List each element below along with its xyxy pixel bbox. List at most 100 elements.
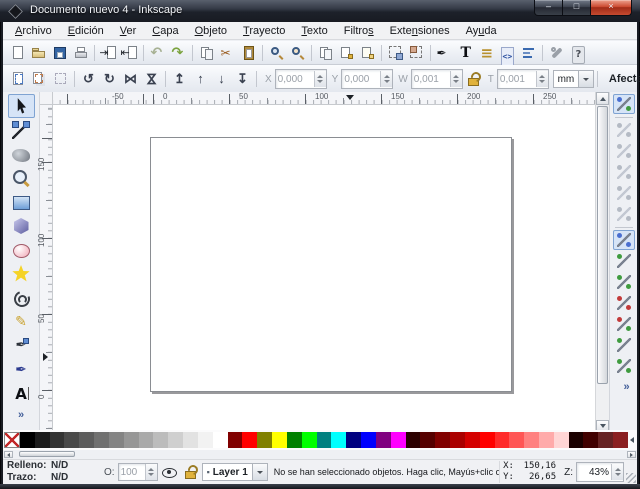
tool-rectangle-button[interactable] xyxy=(8,190,35,214)
y-field[interactable] xyxy=(341,69,393,89)
palette-scroll-thumb[interactable] xyxy=(19,451,75,457)
zoom-selection-button[interactable] xyxy=(266,42,287,63)
opacity-input[interactable] xyxy=(119,465,145,479)
copy-button[interactable] xyxy=(196,42,217,63)
preferences-button[interactable] xyxy=(546,42,567,63)
menu-edicion[interactable]: Edición xyxy=(60,23,112,39)
palette-swatch[interactable] xyxy=(302,432,317,448)
snap-bbox-centers-button[interactable] xyxy=(613,204,635,224)
horizontal-ruler[interactable]: -50050100150200250 xyxy=(53,92,595,105)
menu-objeto[interactable]: Objeto xyxy=(187,23,235,39)
palette-swatch[interactable] xyxy=(153,432,168,448)
palette-swatch[interactable] xyxy=(598,432,613,448)
menu-texto[interactable]: Texto xyxy=(293,23,335,39)
palette-swatch[interactable] xyxy=(317,432,332,448)
palette-swatch[interactable] xyxy=(35,432,50,448)
snap-bounding-box-button[interactable] xyxy=(613,120,635,140)
unlink-clone-button[interactable] xyxy=(357,42,378,63)
cut-button[interactable] xyxy=(217,42,238,63)
palette-swatch[interactable] xyxy=(257,432,272,448)
menu-ver[interactable]: Ver xyxy=(112,23,145,39)
palette-swatch[interactable] xyxy=(198,432,213,448)
palette-swatch[interactable] xyxy=(480,432,495,448)
tool-node-editor-button[interactable] xyxy=(8,118,35,142)
palette-scroll-left-button[interactable] xyxy=(4,451,13,458)
menu-ayuda[interactable]: Ayuda xyxy=(458,23,505,39)
palette-swatch[interactable] xyxy=(391,432,406,448)
menu-archivo[interactable]: Archivo xyxy=(7,23,60,39)
paste-button[interactable] xyxy=(238,42,259,63)
tool-calligraphy-button[interactable] xyxy=(8,358,35,382)
vertical-ruler[interactable]: 150100500 xyxy=(40,105,53,433)
rotate-cw-button[interactable]: ↻ xyxy=(99,69,120,90)
t-input[interactable] xyxy=(498,72,536,86)
palette-scroll-right-button[interactable] xyxy=(627,451,636,458)
open-document-button[interactable] xyxy=(28,42,49,63)
canvas[interactable] xyxy=(53,105,595,433)
keyboard-help-button[interactable] xyxy=(567,42,588,63)
snap-line-midpoints-button[interactable] xyxy=(613,335,635,355)
print-document-button[interactable] xyxy=(70,42,91,63)
palette-swatch[interactable] xyxy=(346,432,361,448)
t-field[interactable] xyxy=(497,69,549,89)
save-document-button[interactable] xyxy=(49,42,70,63)
text-dialog-button[interactable] xyxy=(455,42,476,63)
palette-swatch[interactable] xyxy=(495,432,510,448)
lower-to-bottom-button[interactable]: ↧ xyxy=(232,69,253,90)
palette-swatch[interactable] xyxy=(331,432,346,448)
y-input[interactable] xyxy=(342,72,380,86)
redo-button[interactable] xyxy=(168,42,189,63)
tool-text-button[interactable] xyxy=(8,382,35,406)
title-bar[interactable]: Documento nuevo 4 - Inkscape – □ × xyxy=(0,0,640,22)
unit-dropdown-button[interactable] xyxy=(579,70,594,88)
snap-path-intersections-button[interactable] xyxy=(613,272,635,292)
palette-swatch[interactable] xyxy=(287,432,302,448)
palette-swatch[interactable] xyxy=(524,432,539,448)
raise-to-top-button[interactable]: ↥ xyxy=(169,69,190,90)
palette-more-arrow[interactable] xyxy=(628,432,636,448)
tool-pencil-button[interactable] xyxy=(8,310,35,334)
opacity-spinner[interactable] xyxy=(145,464,157,480)
palette-swatch[interactable] xyxy=(420,432,435,448)
menu-filtros[interactable]: Filtros xyxy=(336,23,382,39)
snap-bbox-edge-midpoints-button[interactable] xyxy=(613,183,635,203)
palette-swatch[interactable] xyxy=(168,432,183,448)
scroll-up-button[interactable] xyxy=(596,92,609,105)
layer-lock-icon[interactable] xyxy=(184,465,196,479)
y-spinner[interactable] xyxy=(380,71,392,87)
lock-aspect-ratio-icon[interactable] xyxy=(467,72,479,86)
palette-swatch[interactable] xyxy=(435,432,450,448)
snap-bbox-corners-button[interactable] xyxy=(613,162,635,182)
tool-star-button[interactable] xyxy=(8,262,35,286)
menu-trayecto[interactable]: Trayecto xyxy=(235,23,293,39)
palette-swatch[interactable] xyxy=(465,432,480,448)
snap-cusp-nodes-button[interactable] xyxy=(613,293,635,313)
palette-swatch[interactable] xyxy=(64,432,79,448)
palette-swatch[interactable] xyxy=(20,432,35,448)
palette-swatch[interactable] xyxy=(613,432,628,448)
import-button[interactable] xyxy=(98,42,119,63)
palette-swatch[interactable] xyxy=(376,432,391,448)
select-all-button[interactable] xyxy=(8,69,29,90)
minimize-button[interactable]: – xyxy=(534,0,563,16)
palette-swatch[interactable] xyxy=(406,432,421,448)
align-dialog-button[interactable] xyxy=(518,42,539,63)
toolbox-overflow-chevron[interactable]: » xyxy=(18,409,24,421)
document-page[interactable] xyxy=(150,137,512,392)
x-field[interactable] xyxy=(275,69,327,89)
palette-swatch[interactable] xyxy=(583,432,598,448)
palette-swatch[interactable] xyxy=(539,432,554,448)
ruler-corner[interactable] xyxy=(40,92,53,105)
fill-stroke-indicator[interactable]: Relleno:N/D Trazo:N/D xyxy=(3,460,97,484)
palette-swatch[interactable] xyxy=(228,432,243,448)
snap-nodes-button[interactable] xyxy=(613,230,635,250)
palette-swatch[interactable] xyxy=(94,432,109,448)
menu-capa[interactable]: Capa xyxy=(144,23,186,39)
w-field[interactable] xyxy=(411,69,463,89)
maximize-button[interactable]: □ xyxy=(562,0,591,16)
unit-selector[interactable]: mm xyxy=(553,70,594,88)
palette-swatch[interactable] xyxy=(79,432,94,448)
new-document-button[interactable] xyxy=(7,42,28,63)
palette-swatch[interactable] xyxy=(124,432,139,448)
palette-swatch[interactable] xyxy=(509,432,524,448)
